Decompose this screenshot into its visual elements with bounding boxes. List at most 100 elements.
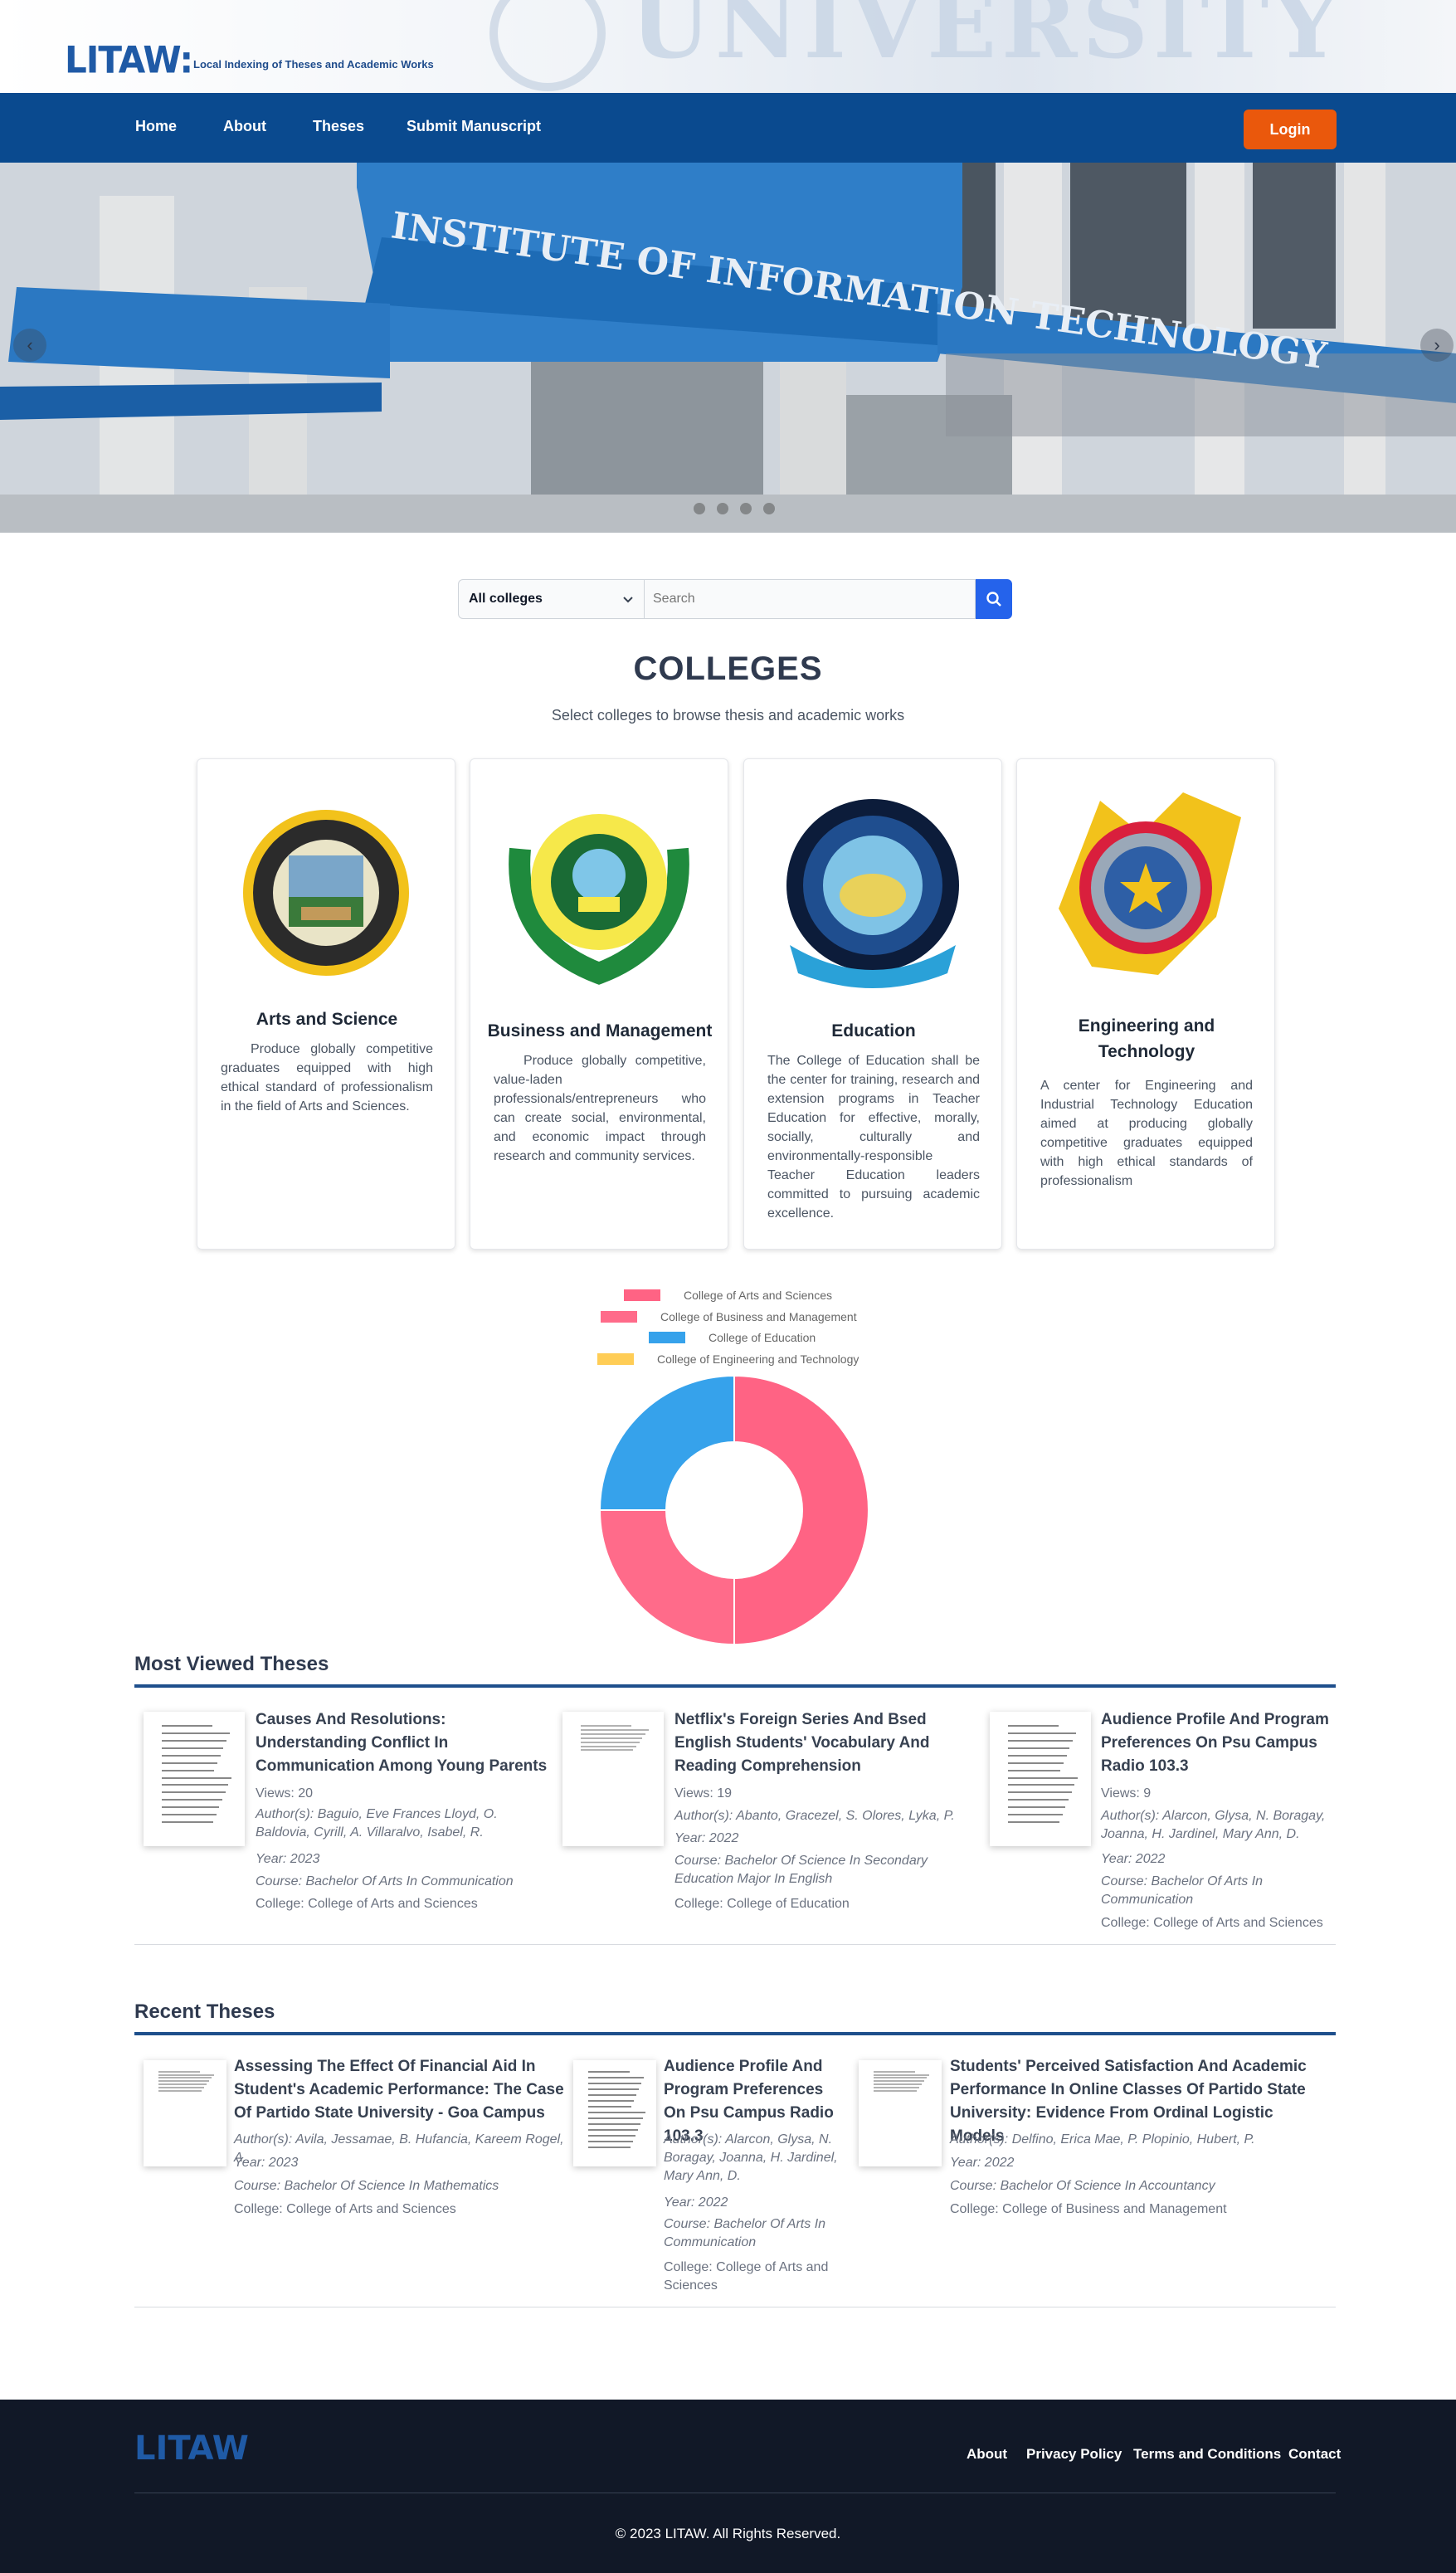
thumbnail-text-line bbox=[580, 1729, 649, 1732]
chart-legend-label: College of Engineering and Technology bbox=[657, 1352, 859, 1366]
thumbnail-text-line bbox=[874, 2080, 924, 2083]
thesis-thumbnail[interactable] bbox=[144, 2060, 226, 2166]
chart-slice-college-of-arts-and-sciences[interactable] bbox=[733, 1374, 869, 1646]
engineering-technology-logo bbox=[1059, 792, 1241, 975]
thesis-authors: Author(s): Alarcon, Glysa, N. Boragay, J… bbox=[1101, 1809, 1326, 1841]
thesis-year: Year: 2023 bbox=[234, 2156, 299, 2170]
carousel-prev-button[interactable]: ‹ bbox=[13, 329, 46, 362]
chart-legend-swatch bbox=[624, 1289, 660, 1301]
thesis-college: College: College of Arts and Sciences bbox=[256, 1897, 478, 1911]
thumbnail-text-line bbox=[1007, 1806, 1066, 1809]
thesis-views: Views: 20 bbox=[256, 1786, 314, 1801]
thesis-thumbnail[interactable] bbox=[562, 1712, 664, 1846]
footer-link-privacy-policy[interactable]: Privacy Policy bbox=[1026, 2446, 1122, 2463]
thumbnail-text-line bbox=[161, 1784, 229, 1786]
thumbnail-text-line bbox=[161, 1814, 217, 1816]
thesis-thumbnail[interactable] bbox=[144, 1712, 245, 1846]
thumbnail-text-line bbox=[158, 2080, 209, 2083]
most-viewed-title: Most Viewed Theses bbox=[134, 1653, 329, 1675]
thumbnail-text-line bbox=[580, 1737, 643, 1739]
thesis-year: Year: 2022 bbox=[664, 2195, 728, 2210]
nav-submit-manuscript[interactable]: Submit Manuscript bbox=[407, 118, 541, 135]
carousel-next-button[interactable]: › bbox=[1420, 329, 1454, 362]
header-banner: UNIVERSITY LITAW: Local Indexing of Thes… bbox=[0, 0, 1456, 93]
footer-link-terms[interactable]: Terms and Conditions bbox=[1133, 2446, 1281, 2463]
thesis-title[interactable]: Netflix's Foreign Series And Bsed Englis… bbox=[674, 1708, 981, 1778]
colleges-doughnut-chart bbox=[598, 1374, 869, 1646]
thesis-thumbnail[interactable] bbox=[990, 1712, 1091, 1846]
college-card-education[interactable]: Education The College of Education shall… bbox=[743, 758, 1002, 1250]
carousel-dot[interactable] bbox=[694, 503, 705, 514]
thesis-year: Year: 2022 bbox=[950, 2156, 1015, 2170]
thesis-title[interactable]: Assessing The Effect Of Financial Aid In… bbox=[234, 2055, 566, 2125]
footer: LITAW About Privacy Policy Terms and Con… bbox=[0, 2400, 1456, 2573]
thumbnail-text-line bbox=[161, 1806, 220, 1809]
chart-legend-label: College of Business and Management bbox=[660, 1310, 857, 1323]
thesis-course: Course: Bachelor Of Arts In Communicatio… bbox=[664, 2217, 826, 2249]
nav-theses[interactable]: Theses bbox=[313, 118, 364, 135]
chart-slice-college-of-business-and-management[interactable] bbox=[598, 1509, 735, 1646]
chart-legend-item[interactable]: College of Education bbox=[649, 1331, 816, 1344]
thumbnail-text-line bbox=[588, 2093, 636, 2096]
thumbnail-text-line bbox=[874, 2089, 917, 2092]
chart-slice-college-of-education[interactable] bbox=[598, 1374, 735, 1511]
most-viewed-divider bbox=[134, 1944, 1336, 1945]
thumbnail-text-line bbox=[580, 1741, 640, 1743]
thumbnail-text-line bbox=[1007, 1754, 1067, 1757]
carousel-dot[interactable] bbox=[740, 503, 752, 514]
thesis-college: College: College of Arts and Sciences bbox=[234, 2202, 456, 2216]
thumbnail-text-line bbox=[580, 1725, 631, 1728]
arts-science-logo bbox=[243, 810, 409, 976]
search-input[interactable] bbox=[644, 579, 976, 619]
thesis-title[interactable]: Causes And Resolutions: Understanding Co… bbox=[256, 1708, 554, 1778]
search-button[interactable] bbox=[976, 579, 1012, 619]
thumbnail-text-line bbox=[1007, 1776, 1079, 1779]
brand-logo[interactable]: LITAW: bbox=[65, 39, 193, 81]
colleges-subtitle: Select colleges to browse thesis and aca… bbox=[551, 707, 905, 724]
thumbnail-text-line bbox=[588, 2088, 639, 2090]
thumbnail-text-line bbox=[158, 2077, 212, 2079]
thumbnail-text-line bbox=[161, 1799, 223, 1801]
thesis-year: Year: 2023 bbox=[256, 1852, 320, 1866]
thumbnail-text-line bbox=[158, 2070, 200, 2073]
search-bar: All colleges bbox=[458, 579, 1012, 619]
college-card-business-management[interactable]: Business and Management Produce globally… bbox=[470, 758, 728, 1250]
footer-link-about[interactable]: About bbox=[967, 2446, 1007, 2463]
thumbnail-text-line bbox=[874, 2074, 929, 2076]
carousel-dot[interactable] bbox=[763, 503, 775, 514]
footer-logo[interactable]: LITAW bbox=[134, 2429, 249, 2468]
thesis-views: Views: 9 bbox=[1101, 1786, 1152, 1801]
thesis-course: Course: Bachelor Of Science In Accountan… bbox=[950, 2179, 1215, 2193]
thumbnail-text-line bbox=[874, 2083, 922, 2086]
college-card-arts-science[interactable]: Arts and Science Produce globally compet… bbox=[197, 758, 455, 1250]
thumbnail-text-line bbox=[580, 1732, 646, 1735]
thesis-thumbnail[interactable] bbox=[573, 2060, 656, 2166]
thumbnail-text-line bbox=[161, 1725, 212, 1728]
college-card-engineering-technology[interactable]: Engineering and Technology A center for … bbox=[1016, 758, 1275, 1250]
recent-theses-rule bbox=[134, 2032, 1336, 2035]
thumbnail-text-line bbox=[161, 1769, 215, 1771]
college-description: Produce globally competitive, value-lade… bbox=[494, 1054, 706, 1163]
carousel-dot[interactable] bbox=[717, 503, 728, 514]
college-select[interactable]: All colleges bbox=[458, 579, 644, 619]
chart-legend-item[interactable]: College of Engineering and Technology bbox=[597, 1352, 859, 1366]
most-viewed-rule bbox=[134, 1684, 1336, 1688]
chart-legend-item[interactable]: College of Arts and Sciences bbox=[624, 1289, 832, 1302]
nav-about[interactable]: About bbox=[223, 118, 266, 135]
thumbnail-text-line bbox=[161, 1776, 232, 1779]
main-nav: Home About Theses Submit Manuscript Logi… bbox=[0, 93, 1456, 163]
education-logo bbox=[786, 799, 959, 988]
college-name: Arts and Science bbox=[256, 1010, 398, 1029]
thumbnail-text-line bbox=[1007, 1740, 1074, 1742]
college-name: Business and Management bbox=[487, 1021, 713, 1040]
thesis-thumbnail[interactable] bbox=[859, 2060, 942, 2166]
thesis-course: Course: Bachelor Of Arts In Communicatio… bbox=[256, 1874, 514, 1888]
thumbnail-text-line bbox=[874, 2070, 915, 2073]
thumbnail-text-line bbox=[161, 1821, 214, 1824]
login-button[interactable]: Login bbox=[1244, 110, 1337, 149]
chart-legend-item[interactable]: College of Business and Management bbox=[601, 1310, 857, 1323]
college-description: Produce globally competitive graduates e… bbox=[221, 1042, 433, 1114]
thesis-title[interactable]: Audience Profile And Program Preferences… bbox=[1101, 1708, 1336, 1778]
footer-link-contact[interactable]: Contact bbox=[1288, 2446, 1341, 2463]
nav-home[interactable]: Home bbox=[135, 118, 177, 135]
